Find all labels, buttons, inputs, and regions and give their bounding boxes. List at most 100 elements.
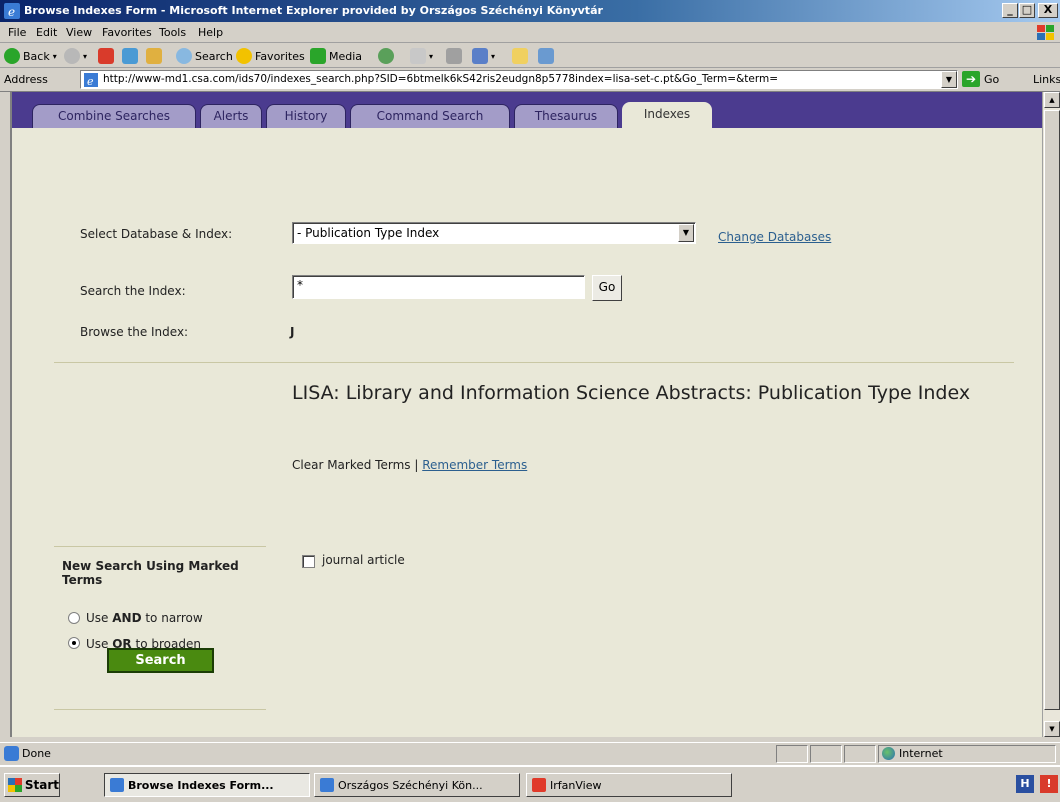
page-content: Combine Searches Alerts History Command …: [10, 92, 1042, 737]
scroll-down-icon[interactable]: ▼: [1044, 721, 1060, 737]
search-icon: [176, 48, 192, 64]
remember-terms-link[interactable]: Remember Terms: [422, 458, 527, 472]
menu-favorites[interactable]: Favorites: [102, 26, 152, 39]
print-button[interactable]: [446, 47, 462, 65]
windows-flag-icon: [1037, 25, 1054, 40]
chevron-down-icon[interactable]: ▼: [678, 224, 694, 242]
home-button[interactable]: [146, 47, 162, 65]
refresh-button[interactable]: [122, 47, 138, 65]
change-databases-link[interactable]: Change Databases: [718, 230, 831, 244]
title-bar: e Browse Indexes Form - Microsoft Intern…: [0, 0, 1060, 22]
go-button[interactable]: Go: [592, 275, 622, 301]
back-button[interactable]: Back ▾: [4, 47, 57, 65]
browse-index-label: Browse the Index:: [80, 325, 189, 339]
forward-button[interactable]: ▾: [64, 47, 87, 65]
close-button[interactable]: X: [1038, 3, 1058, 18]
print-icon: [446, 48, 462, 64]
mail-button[interactable]: ▾: [410, 47, 433, 65]
minimize-button[interactable]: _: [1002, 3, 1018, 18]
media-button[interactable]: Media: [310, 47, 362, 65]
database-index-value: - Publication Type Index: [297, 226, 440, 240]
select-database-label: Select Database & Index:: [80, 227, 233, 241]
database-index-select[interactable]: - Publication Type Index ▼: [292, 222, 696, 244]
task-irfanview[interactable]: IrfanView: [526, 773, 732, 797]
go-arrow-icon: ➔: [962, 71, 980, 87]
mail-icon: [410, 48, 426, 64]
chevron-down-icon: ▾: [429, 51, 434, 61]
tab-history[interactable]: History: [266, 104, 346, 128]
tab-indexes[interactable]: Indexes: [622, 102, 712, 129]
tray-hu-icon[interactable]: H: [1016, 775, 1034, 793]
forward-arrow-icon: [64, 48, 80, 64]
menu-edit[interactable]: Edit: [36, 26, 57, 39]
word-icon: [472, 48, 488, 64]
favorites-button[interactable]: Favorites: [236, 47, 305, 65]
tab-alerts[interactable]: Alerts: [200, 104, 262, 128]
start-button[interactable]: Start: [4, 773, 60, 797]
task-oszk[interactable]: Országos Széchényi Kön...: [314, 773, 520, 797]
menu-tools[interactable]: Tools: [159, 26, 186, 39]
toolbar: Back ▾ ▾ Search Favorites Media ▾ ▾: [0, 43, 1060, 68]
history-button[interactable]: [378, 47, 394, 65]
and-radio-label: Use AND to narrow: [86, 611, 203, 625]
discuss-button[interactable]: [512, 47, 528, 65]
divider: [54, 362, 1014, 363]
svg-text:e: e: [87, 75, 94, 88]
globe-icon: [882, 747, 895, 760]
search-button[interactable]: Search: [107, 648, 214, 673]
stop-button[interactable]: [98, 47, 114, 65]
browse-index-value[interactable]: J: [290, 325, 294, 339]
term-checkbox[interactable]: [302, 555, 315, 568]
tab-thesaurus[interactable]: Thesaurus: [514, 104, 618, 128]
ie-window: e Browse Indexes Form - Microsoft Intern…: [0, 0, 1060, 802]
vertical-scrollbar[interactable]: ▲ ▼: [1042, 92, 1060, 737]
tab-command-search[interactable]: Command Search: [350, 104, 510, 128]
task-browse-indexes[interactable]: Browse Indexes Form...: [104, 773, 310, 797]
media-icon: [310, 48, 326, 64]
tray-alert-icon[interactable]: !: [1040, 775, 1058, 793]
menu-file[interactable]: File: [8, 26, 26, 39]
ie-icon: [110, 778, 124, 792]
scroll-thumb[interactable]: [1044, 110, 1060, 710]
refresh-icon: [122, 48, 138, 64]
address-url: http://www-md1.csa.com/ids70/indexes_sea…: [103, 73, 778, 85]
irfanview-icon: [532, 778, 546, 792]
menu-help[interactable]: Help: [198, 26, 223, 39]
search-button-toolbar[interactable]: Search: [176, 47, 233, 65]
svg-text:e: e: [8, 5, 15, 19]
tab-combine-searches[interactable]: Combine Searches: [32, 104, 196, 128]
messenger-button[interactable]: [538, 47, 554, 65]
page-done-icon: [4, 746, 19, 761]
address-dropdown-icon[interactable]: ▼: [941, 71, 957, 88]
chevron-down-icon: ▾: [52, 51, 57, 61]
folder-icon: [512, 48, 528, 64]
chevron-down-icon: ▾: [491, 51, 496, 61]
star-icon: [236, 48, 252, 64]
page-icon: e: [84, 73, 98, 88]
left-panel-divider: [54, 546, 266, 547]
address-bar: Address e http://www-md1.csa.com/ids70/i…: [0, 68, 1060, 92]
edit-button[interactable]: ▾: [472, 47, 495, 65]
and-radio[interactable]: [68, 612, 80, 624]
or-radio[interactable]: [68, 637, 80, 649]
scroll-up-icon[interactable]: ▲: [1044, 92, 1060, 108]
status-bar: Done Internet: [0, 742, 1060, 764]
ie-icon: [320, 778, 334, 792]
links-toolbar[interactable]: Links: [1033, 73, 1060, 86]
clear-marked-terms-link[interactable]: Clear Marked Terms: [292, 458, 411, 472]
index-title: LISA: Library and Information Science Ab…: [292, 382, 971, 404]
address-input[interactable]: e http://www-md1.csa.com/ids70/indexes_s…: [80, 70, 958, 89]
separator: |: [414, 458, 419, 472]
chevron-down-icon: ▾: [83, 51, 88, 61]
menu-bar: File Edit View Favorites Tools Help: [0, 22, 1060, 43]
menu-view[interactable]: View: [66, 26, 92, 39]
status-text: Done: [22, 747, 51, 760]
home-icon: [146, 48, 162, 64]
address-go-button[interactable]: ➔ Go: [962, 71, 999, 87]
taskbar: Start Browse Indexes Form... Országos Sz…: [0, 765, 1060, 802]
search-index-input[interactable]: *: [292, 275, 585, 299]
status-panel: [776, 745, 808, 763]
maximize-button[interactable]: □: [1019, 3, 1035, 18]
windows-logo-icon: [8, 778, 22, 792]
term-label: journal article: [322, 553, 405, 567]
